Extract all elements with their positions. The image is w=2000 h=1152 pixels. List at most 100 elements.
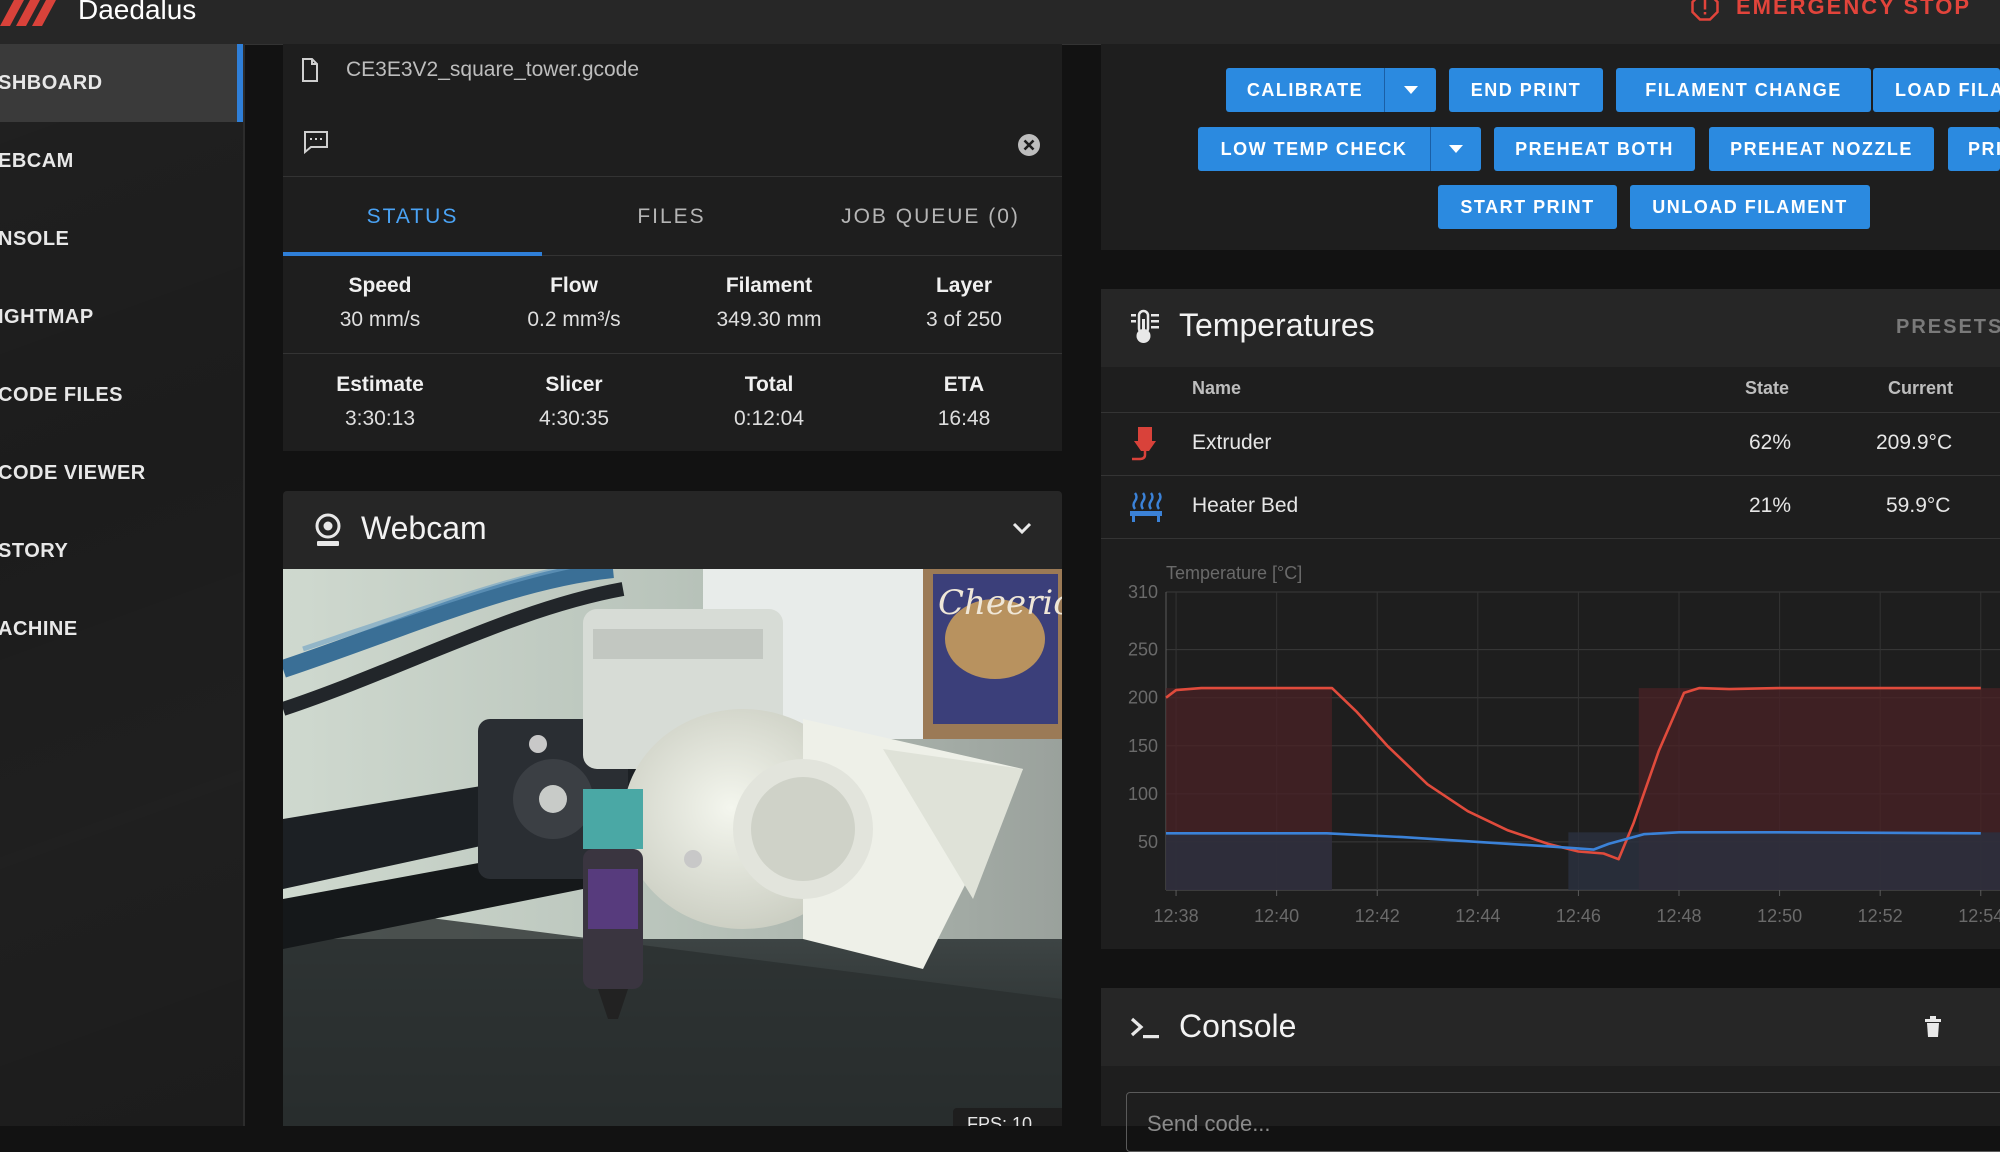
- sidebar-item-console[interactable]: NSOLE: [0, 200, 243, 278]
- fps-badge: FPS: 10: [953, 1108, 1062, 1126]
- stat-total: Total 0:12:04: [672, 373, 866, 431]
- heater-name-extruder[interactable]: Extruder: [1192, 431, 1271, 455]
- extruder-icon: [1130, 427, 1160, 466]
- print-macro-button[interactable]: PRI: [1948, 127, 2000, 171]
- bed-power-band: [1568, 832, 2000, 890]
- webcam-icon: [313, 512, 343, 553]
- calibrate-dropdown-button[interactable]: [1384, 68, 1436, 112]
- stat-value: 0:12:04: [733, 407, 805, 430]
- stat-filament: Filament 349.30 mm: [672, 274, 866, 332]
- low-temp-check-dropdown-button[interactable]: [1430, 127, 1481, 171]
- divider: [1101, 538, 2000, 539]
- tab-job-queue[interactable]: JOB QUEUE (0): [801, 177, 1060, 255]
- stat-layer: Layer 3 of 250: [867, 274, 1061, 332]
- active-tab-indicator: [283, 252, 542, 256]
- presets-button[interactable]: PRESETS: [1896, 316, 2000, 339]
- preheat-nozzle-button[interactable]: PREHEAT NOZZLE: [1709, 127, 1934, 171]
- sidebar-item-label: SHBOARD: [0, 71, 103, 94]
- alert-octagon-icon: [1691, 0, 1719, 21]
- y-tick-label: 200: [1128, 688, 1158, 708]
- sidebar-item-gcode-files[interactable]: CODE FILES: [0, 356, 243, 434]
- tab-files[interactable]: FILES: [542, 177, 801, 255]
- end-print-button[interactable]: END PRINT: [1449, 68, 1603, 112]
- emergency-stop-button[interactable]: EMERGENCY STOP: [1690, 0, 1971, 22]
- webcam-title: Webcam: [361, 510, 487, 546]
- tab-status[interactable]: STATUS: [283, 177, 542, 256]
- message-icon[interactable]: [303, 130, 329, 159]
- stat-label: Speed: [348, 274, 412, 297]
- heater-state-bed: 21%: [1749, 494, 1792, 517]
- x-tick-label: 12:54: [1958, 906, 2000, 926]
- sidebar-item-machine[interactable]: ACHINE: [0, 590, 243, 668]
- unload-filament-button[interactable]: UNLOAD FILAMENT: [1630, 185, 1870, 229]
- sidebar-item-history[interactable]: STORY: [0, 512, 243, 590]
- sidebar-item-label: IGHTMAP: [0, 305, 94, 328]
- emergency-stop-label: EMERGENCY STOP: [1736, 0, 1972, 19]
- dismiss-message-icon[interactable]: [1017, 133, 1041, 162]
- y-tick-label: 150: [1128, 736, 1158, 756]
- bed-power-band: [1166, 832, 1332, 890]
- webcam-stream-image: Cheerio FPS: 10: [283, 569, 1062, 1126]
- chevron-down-icon[interactable]: [1011, 520, 1033, 541]
- sidebar-item-heightmap[interactable]: IGHTMAP: [0, 278, 243, 356]
- stat-label: Filament: [725, 274, 813, 297]
- x-tick-label: 12:50: [1757, 906, 1802, 926]
- column-header-state: State: [1745, 378, 1790, 398]
- stat-label: Estimate: [336, 373, 424, 396]
- x-tick-label: 12:38: [1154, 906, 1199, 926]
- column-header-current: Current: [1888, 378, 1954, 398]
- y-tick-label: 50: [1138, 832, 1158, 852]
- x-tick-label: 12:52: [1858, 906, 1903, 926]
- x-tick-label: 12:48: [1656, 906, 1701, 926]
- y-tick-label: 310: [1128, 582, 1158, 602]
- stat-label: Flow: [550, 274, 598, 297]
- console-command-input[interactable]: Send code...: [1126, 1092, 2000, 1152]
- calibrate-button[interactable]: CALIBRATE: [1226, 68, 1384, 112]
- stat-flow: Flow 0.2 mm³/s: [477, 274, 671, 332]
- file-icon: [302, 58, 318, 82]
- heater-state-extruder: 62%: [1749, 431, 1792, 454]
- stat-slicer: Slicer 4:30:35: [477, 373, 671, 431]
- stat-value: 3 of 250: [926, 308, 1002, 331]
- heater-bed-icon: [1129, 491, 1163, 528]
- stat-label: Total: [744, 373, 794, 396]
- tab-label: FILES: [637, 205, 706, 228]
- y-tick-label: 100: [1128, 784, 1158, 804]
- x-tick-label: 12:46: [1556, 906, 1601, 926]
- preheat-both-button[interactable]: PREHEAT BOTH: [1494, 127, 1695, 171]
- sidebar-item-label: ACHINE: [0, 617, 78, 640]
- trash-icon[interactable]: [1924, 1016, 1942, 1043]
- divider: [283, 353, 1062, 354]
- console-prompt-icon: [1130, 1015, 1162, 1046]
- stat-eta: ETA 16:48: [867, 373, 1061, 431]
- tab-label: JOB QUEUE (0): [841, 205, 1020, 228]
- stat-value: 4:30:35: [538, 407, 610, 430]
- sidebar-item-label: EBCAM: [0, 149, 74, 172]
- current-file-row: CE3E3V2_square_tower.gcode: [300, 58, 639, 82]
- load-filament-button[interactable]: LOAD FILA: [1873, 68, 2000, 112]
- filament-change-button[interactable]: FILAMENT CHANGE: [1616, 68, 1871, 112]
- divider: [1101, 475, 2000, 476]
- stat-label: ETA: [943, 373, 985, 396]
- sidebar-item-gcode-viewer[interactable]: CODE VIEWER: [0, 434, 243, 512]
- svg-text:Cheerio: Cheerio: [938, 583, 1062, 623]
- stat-label: Layer: [935, 274, 993, 297]
- x-tick-label: 12:44: [1455, 906, 1500, 926]
- stat-value: 349.30 mm: [716, 308, 822, 331]
- current-filename: CE3E3V2_square_tower.gcode: [346, 58, 640, 81]
- heater-name-bed[interactable]: Heater Bed: [1192, 494, 1298, 518]
- start-print-button[interactable]: START PRINT: [1438, 185, 1617, 229]
- stat-value: 0.2 mm³/s: [527, 308, 621, 331]
- stat-speed: Speed 30 mm/s: [283, 274, 477, 332]
- temperature-chart: Temperature [°C] 50 100 150 200 250 310 12:38 1…: [1101, 550, 2000, 940]
- sidebar-item-webcam[interactable]: EBCAM: [0, 122, 243, 200]
- caret-down-icon: [1403, 86, 1418, 94]
- app-title: Daedalus: [78, 0, 197, 25]
- x-tick-label: 12:40: [1254, 906, 1299, 926]
- stat-value: 30 mm/s: [339, 308, 421, 331]
- heater-power-bands: [1166, 688, 2000, 890]
- stat-value: 3:30:13: [344, 407, 416, 430]
- low-temp-check-button[interactable]: LOW TEMP CHECK: [1198, 127, 1430, 171]
- sidebar-item-dashboard[interactable]: SHBOARD: [0, 44, 243, 122]
- daedalus-logo-icon[interactable]: [0, 0, 60, 31]
